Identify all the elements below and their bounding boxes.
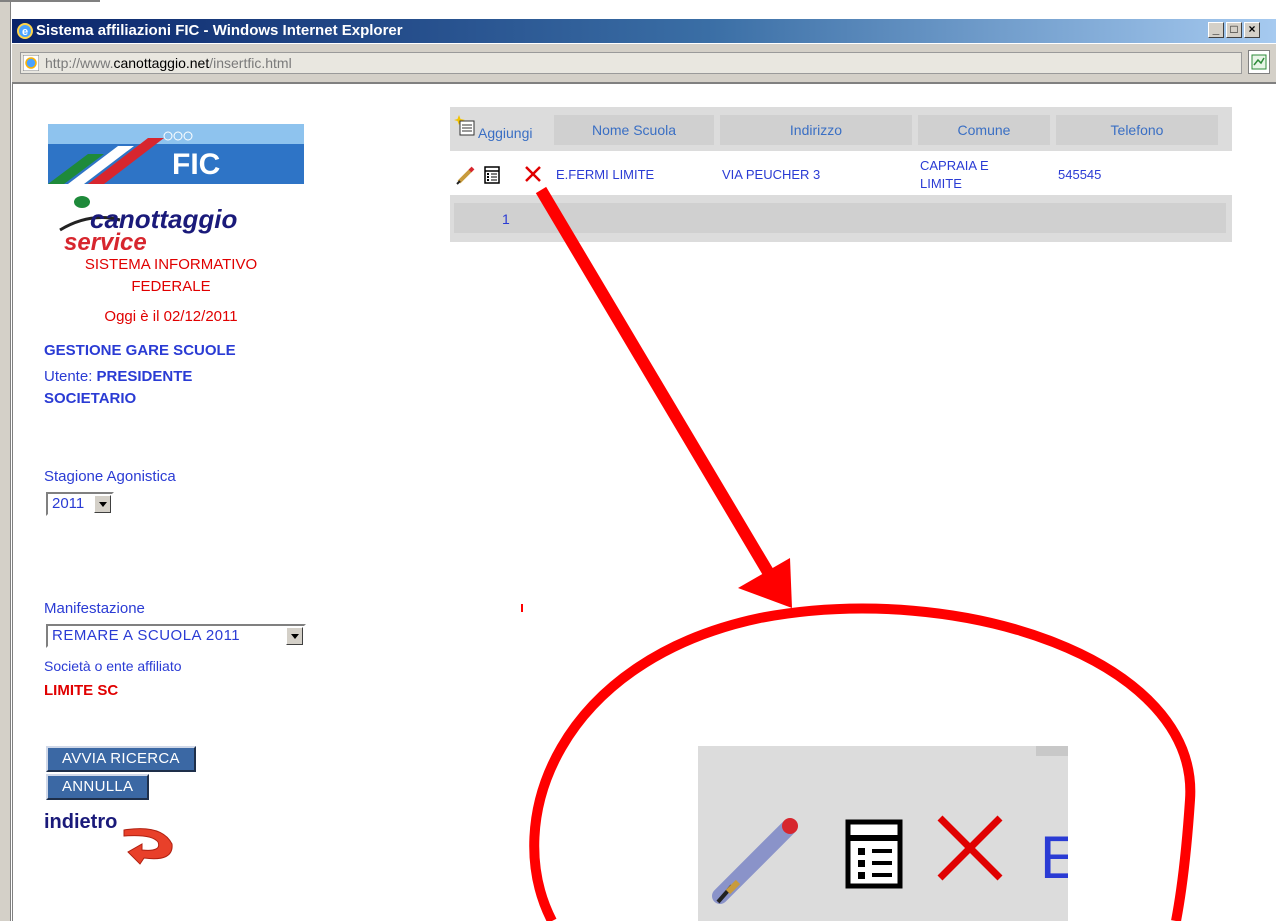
back-text: indietro [44, 811, 117, 833]
cell-comune-line1: CAPRAIA E [920, 158, 989, 173]
col-header-telefono[interactable]: Telefono [1056, 115, 1218, 145]
cell-indirizzo: VIA PEUCHER 3 [722, 167, 821, 182]
close-button[interactable]: × [1244, 22, 1260, 38]
user-role-2: SOCIETARIO [44, 390, 137, 407]
cell-telefono: 545545 [1058, 167, 1102, 182]
fic-logo-text: FIC [172, 148, 220, 181]
schools-table: Aggiungi Nome Scuola Indirizzo Comune Te… [450, 107, 1232, 242]
society-label: Società o ente affiliato [44, 658, 182, 674]
compat-view-button[interactable] [1248, 50, 1270, 74]
cancel-button[interactable]: ANNULLA [46, 774, 150, 800]
zoom-pencil-icon [712, 818, 798, 904]
cell-nome[interactable]: E.FERMI LIMITE [556, 167, 654, 182]
today-date: Oggi è il 02/12/2011 [104, 308, 238, 325]
url-suffix: /insertfic.html [209, 55, 292, 71]
svg-text:e: e [22, 26, 28, 38]
address-bar: http://www.canottaggio.net/insertfic.htm… [12, 44, 1276, 84]
url-field[interactable]: http://www.canottaggio.net/insertfic.htm… [20, 52, 1242, 74]
url-prefix: http://www. [45, 55, 114, 71]
event-select[interactable]: REMARE A SCUOLA 2011 [46, 624, 306, 648]
maximize-button[interactable]: □ [1226, 22, 1242, 38]
back-link[interactable]: indietro [44, 806, 184, 866]
zoom-delete-icon [937, 815, 1003, 881]
zoom-partial-text: E [1040, 824, 1068, 891]
window-title: Sistema affiliazioni FIC - Windows Inter… [36, 22, 403, 39]
table-row: E.FERMI LIMITE VIA PEUCHER 3 CAPRAIA E L… [450, 151, 1232, 195]
event-value: REMARE A SCUOLA 2011 [52, 627, 241, 644]
col-header-nome[interactable]: Nome Scuola [554, 115, 714, 145]
add-label: Aggiungi [478, 125, 533, 141]
page-icon [23, 55, 39, 71]
system-line2: FEDERALE [131, 278, 211, 295]
add-icon [454, 115, 475, 136]
user-info: Utente: PRESIDENTE SOCIETARIO [44, 366, 284, 410]
user-label: Utente: [44, 368, 97, 385]
season-value: 2011 [52, 495, 85, 512]
title-bar: e Sistema affiliazioni FIC - Windows Int… [12, 19, 1276, 43]
ie-icon: e [17, 23, 33, 39]
pager: 1 [454, 203, 1226, 233]
chevron-down-icon [94, 495, 111, 513]
event-label: Manifestazione [44, 600, 145, 617]
pencil-icon[interactable] [456, 165, 476, 185]
url-domain: canottaggio.net [113, 55, 210, 71]
logo-service-text: service [64, 229, 147, 252]
zoom-icons: E [712, 815, 1068, 904]
system-line1: SISTEMA INFORMATIVO [84, 256, 258, 273]
user-role-1: PRESIDENTE [96, 368, 193, 385]
society-value: LIMITE SC [44, 682, 119, 699]
section-title: GESTIONE GARE SCUOLE [44, 342, 236, 359]
canottaggio-service-logo: canottaggio service [59, 196, 237, 252]
details-icon[interactable] [484, 166, 500, 184]
cell-comune: CAPRAIA E LIMITE [920, 157, 989, 193]
zoom-inset: E [698, 746, 1068, 921]
col-header-comune[interactable]: Comune [918, 115, 1050, 145]
page-link[interactable]: 1 [502, 211, 510, 227]
fic-logo: FIC [48, 124, 304, 184]
desktop-edge [0, 0, 100, 921]
col-header-indirizzo[interactable]: Indirizzo [720, 115, 912, 145]
season-select[interactable]: 2011 [46, 492, 114, 516]
url-text: http://www.canottaggio.net/insertfic.htm… [45, 53, 292, 73]
back-arrow-icon [123, 828, 173, 865]
chevron-down-icon [286, 627, 303, 645]
compat-view-icon [1251, 54, 1267, 70]
delete-icon[interactable] [524, 165, 542, 183]
zoom-details-icon [845, 819, 903, 889]
minimize-button[interactable]: _ [1208, 22, 1224, 38]
season-label: Stagione Agonistica [44, 468, 176, 485]
start-search-button[interactable]: AVVIA RICERCA [46, 746, 196, 772]
edge-line [0, 0, 100, 2]
system-title: SISTEMA INFORMATIVO FEDERALE [40, 254, 302, 298]
cell-comune-line2: LIMITE [920, 176, 962, 191]
